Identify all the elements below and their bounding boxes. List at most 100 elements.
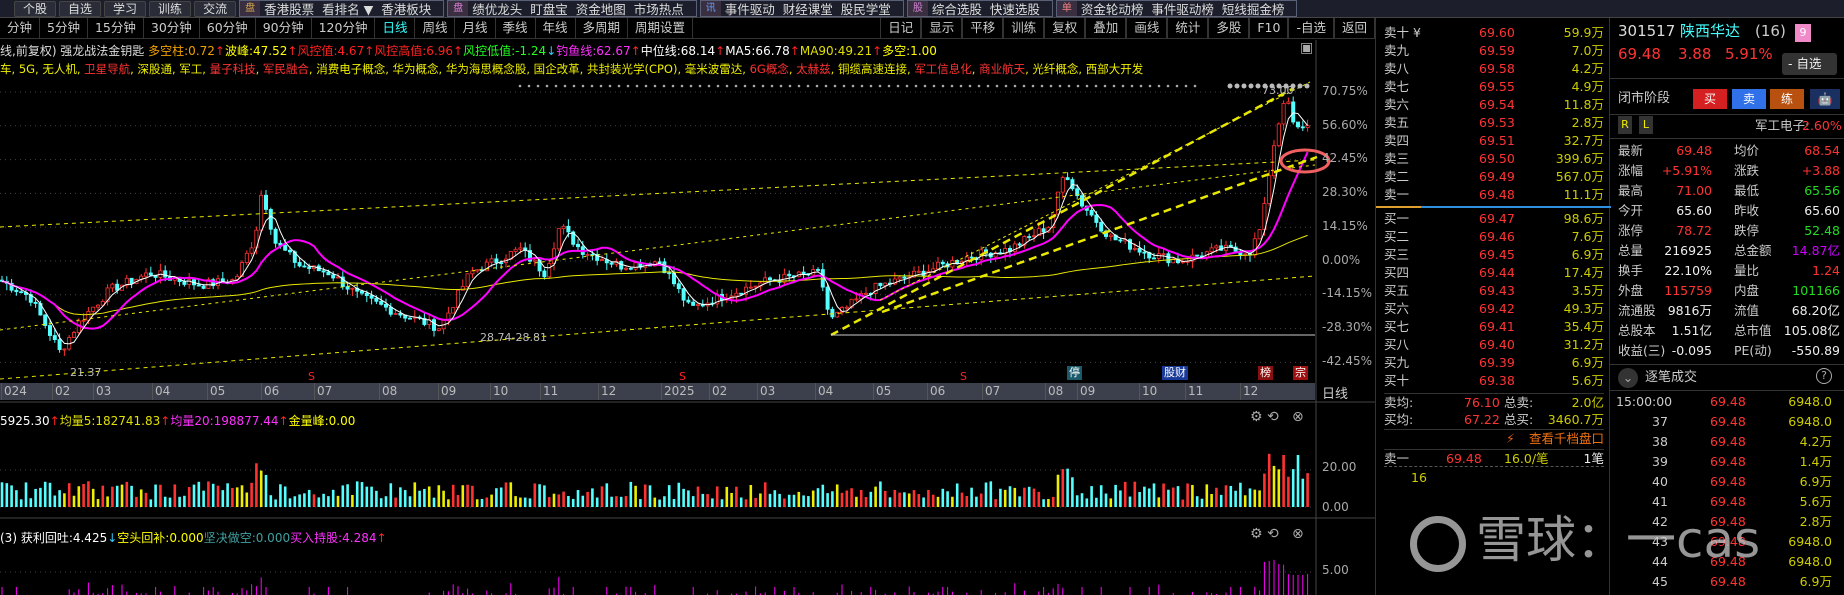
event-mark[interactable]: 榜 — [1258, 366, 1273, 380]
volume-bar — [1239, 482, 1242, 507]
info-text: (16) — [1755, 22, 1786, 40]
volume-bar — [303, 493, 306, 507]
book-divider — [1610, 114, 1844, 115]
volume-bar — [523, 497, 527, 507]
order-row[interactable]: 卖七 69.55 4.9万 — [1384, 78, 1604, 96]
volume-bar — [979, 493, 983, 507]
event-mark[interactable]: 股财 — [1162, 366, 1188, 380]
order-row[interactable]: 卖八 69.58 4.2万 — [1384, 60, 1604, 78]
tick-price: 69.48 — [1710, 474, 1746, 489]
order-row[interactable]: 卖十 ¥ 69.60 59.9万 — [1384, 24, 1604, 42]
volume-bar — [533, 483, 537, 507]
event-mark[interactable]: S — [306, 370, 317, 384]
practice-button[interactable]: 练 — [1770, 89, 1804, 109]
volume-bar — [1215, 487, 1218, 507]
value: 3460.7万 — [1547, 412, 1604, 427]
close-icon[interactable]: ⊗ — [1292, 526, 1304, 542]
volume-bar — [658, 499, 661, 507]
value: 2.0亿 — [1571, 395, 1604, 410]
candle — [307, 266, 312, 269]
depth-link-text[interactable]: 查看千档盘口 — [1529, 430, 1604, 448]
order-row[interactable]: 买七 69.41 35.4万 — [1384, 318, 1604, 336]
sell-button[interactable]: 卖 — [1732, 89, 1766, 109]
candle — [187, 279, 192, 285]
candle — [902, 276, 907, 279]
order-row[interactable]: 卖一 69.48 11.1万 — [1384, 186, 1604, 204]
order-row[interactable]: 卖二 69.49 567.0万 — [1384, 168, 1604, 186]
volume-bar — [1008, 486, 1012, 507]
volume-bar — [619, 496, 623, 507]
buy-button[interactable]: 买 — [1693, 89, 1727, 109]
candle — [451, 307, 456, 314]
tick-time: 42 — [1652, 514, 1668, 529]
event-mark[interactable]: 宗 — [1293, 366, 1308, 380]
order-row[interactable]: 买二 69.46 7.6万 — [1384, 228, 1604, 246]
month-divider — [873, 383, 874, 400]
volume-bar — [1013, 487, 1017, 507]
signal-dot — [968, 84, 972, 88]
order-row[interactable]: 卖六 69.54 11.8万 — [1384, 96, 1604, 114]
level-volume: 7.6万 — [1571, 229, 1604, 244]
volume-bar — [1171, 487, 1175, 507]
collapse-chevron-icon[interactable]: ⌄ — [1618, 368, 1638, 388]
volume-bar — [802, 495, 805, 507]
order-row[interactable]: 买九 69.39 6.9万 — [1384, 354, 1604, 372]
month-label: 02 — [712, 384, 728, 398]
order-row[interactable]: 买一 69.47 98.6万 — [1384, 210, 1604, 228]
level-label: 买六 — [1384, 301, 1410, 316]
stat-value: +3.88 — [1801, 163, 1840, 178]
volume-bar — [888, 497, 892, 507]
order-row[interactable]: 卖五 69.53 2.8万 — [1384, 114, 1604, 132]
refresh-icon[interactable]: ⟲ — [1267, 526, 1279, 542]
month-label: 09 — [441, 384, 457, 398]
help-icon[interactable]: ? — [1816, 368, 1832, 384]
settings-icon[interactable]: ⚙ — [1250, 409, 1263, 425]
price-axis-label: 28.30% — [1322, 185, 1368, 200]
volume-bar — [24, 482, 28, 507]
candle — [748, 286, 753, 289]
event-mark[interactable]: 停 — [1067, 366, 1082, 380]
volume-bar — [82, 483, 85, 507]
robot-assistant-icon[interactable]: 🤖 — [1810, 89, 1840, 109]
stat-label: 最高 — [1618, 183, 1644, 198]
event-mark[interactable]: S — [958, 370, 969, 384]
candle — [681, 288, 686, 301]
volume-bar — [346, 484, 349, 507]
l-button[interactable]: L — [1639, 116, 1653, 134]
candle — [1296, 121, 1301, 128]
trend-arrow-icon: ↓ — [107, 531, 118, 545]
candle — [259, 194, 264, 231]
order-row[interactable]: 买六 69.42 49.3万 — [1384, 300, 1604, 318]
order-row[interactable]: 买五 69.43 3.5万 — [1384, 282, 1604, 300]
refresh-icon[interactable]: ⟲ — [1267, 409, 1279, 425]
event-mark[interactable]: S — [677, 370, 688, 384]
candle — [547, 263, 552, 278]
tick-volume: 6948.0 — [1788, 554, 1832, 569]
order-row[interactable]: 买八 69.40 31.2万 — [1384, 336, 1604, 354]
level-label: 买七 — [1384, 319, 1410, 334]
order-row[interactable]: 买四 69.44 17.4万 — [1384, 264, 1604, 282]
order-row[interactable]: 卖三 69.50 399.6万 — [1384, 150, 1604, 168]
signal-dot — [950, 84, 954, 88]
stat-value: +5.91% — [1661, 163, 1712, 178]
trend-arrow-icon: ↑ — [160, 414, 171, 428]
label: 卖一 — [1384, 451, 1410, 466]
order-row[interactable]: 卖九 69.59 7.0万 — [1384, 42, 1604, 60]
watchlist-button[interactable]: - 自选 — [1782, 53, 1837, 75]
level-volume: 5.6万 — [1571, 373, 1604, 388]
order-row[interactable]: 卖四 69.51 32.7万 — [1384, 132, 1604, 150]
settings-icon[interactable]: ⚙ — [1250, 526, 1263, 542]
tick-price: 69.48 — [1710, 414, 1746, 429]
order-row[interactable]: 买十 69.38 5.6万 — [1384, 372, 1604, 390]
volume-bar — [653, 497, 657, 507]
volume-bar — [557, 494, 561, 507]
close-icon[interactable]: ⊗ — [1292, 409, 1304, 425]
volume-bar — [154, 484, 157, 507]
volume-bar — [307, 489, 311, 507]
value: 69.48 — [1446, 451, 1482, 466]
order-row[interactable]: 买三 69.45 6.9万 — [1384, 246, 1604, 264]
volume-axis-label: 20.00 — [1322, 460, 1357, 474]
depth-link[interactable]: ⚡ 查看千档盘口 — [1384, 429, 1604, 447]
candle — [364, 292, 369, 296]
r-button[interactable]: R — [1618, 116, 1632, 134]
